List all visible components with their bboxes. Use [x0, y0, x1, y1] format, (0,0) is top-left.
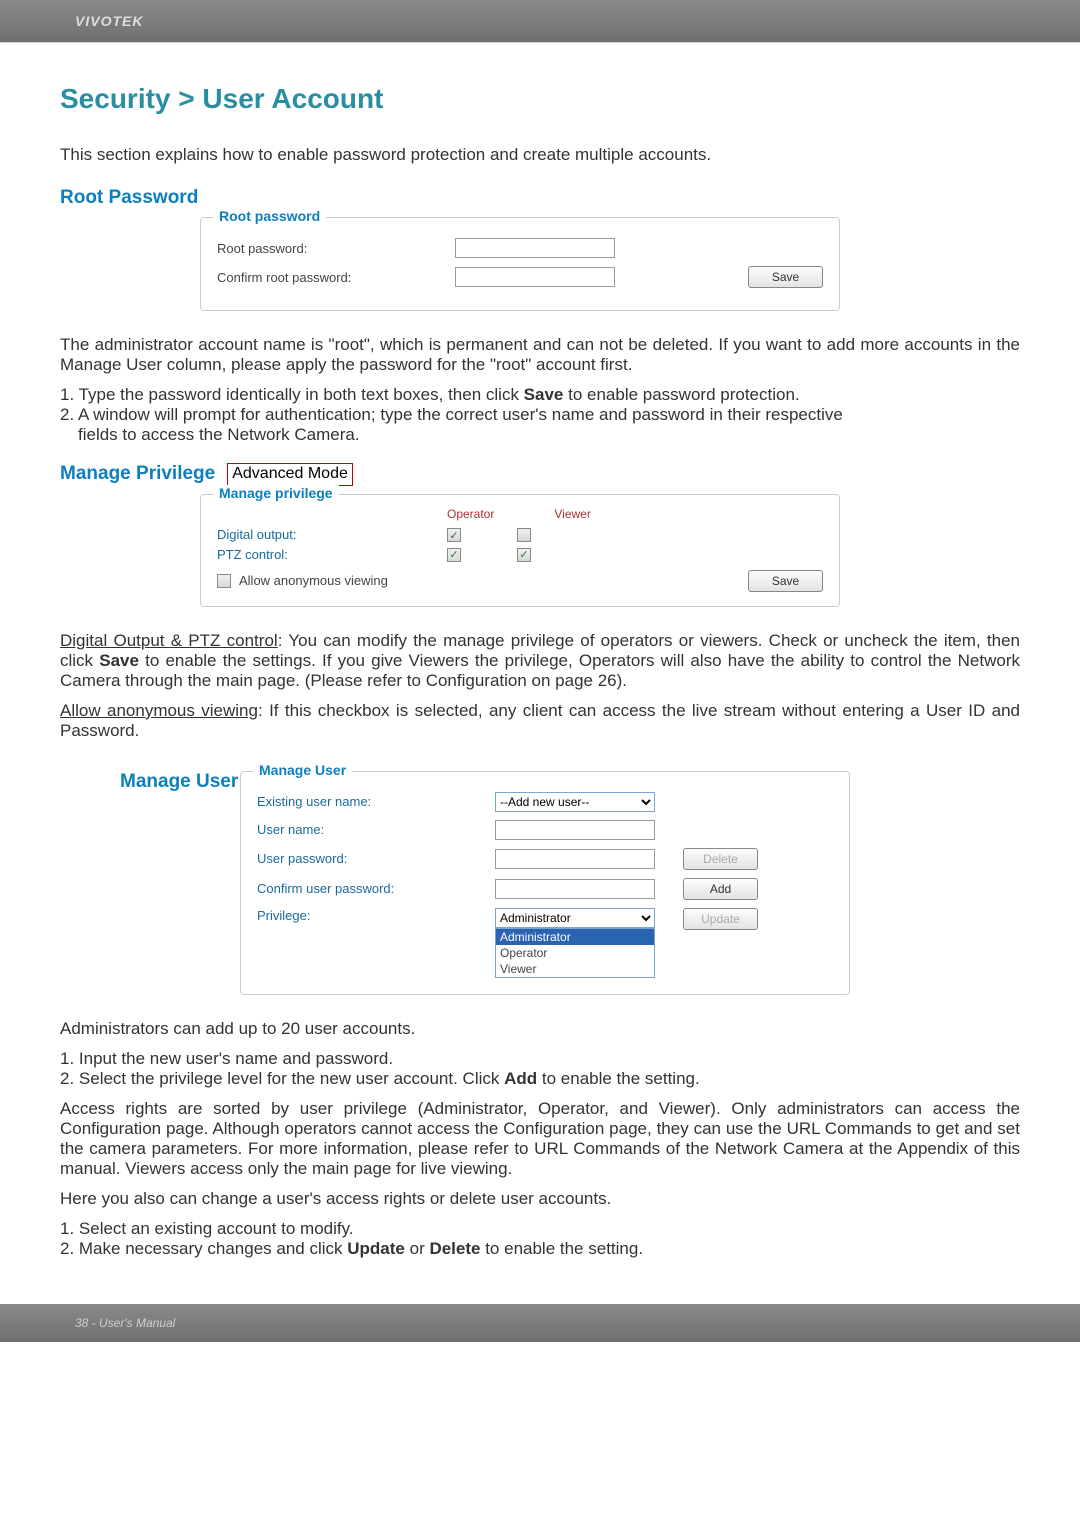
footer-bar: 38 - User's Manual — [0, 1304, 1080, 1342]
user-password-input[interactable] — [495, 849, 655, 869]
advanced-mode-badge: Advanced Mode — [227, 463, 353, 486]
root-password-label: Root password: — [217, 241, 447, 256]
privilege-paragraph: Digital Output & PTZ control: You can mo… — [60, 631, 1020, 691]
delete-button[interactable]: Delete — [683, 848, 758, 870]
allow-anonymous-checkbox[interactable]: ✓ — [217, 574, 231, 588]
priv-para-c: Save — [99, 651, 139, 670]
mu-s4-a: 2. Make necessary changes and click — [60, 1239, 347, 1258]
anon-a: Allow anonymous viewing — [60, 701, 258, 720]
mu-s2-a: 2. Select the privilege level for the ne… — [60, 1069, 504, 1088]
root-password-legend: Root password — [213, 208, 326, 224]
col-viewer: Viewer — [554, 507, 590, 521]
mu-step-1: 1. Input the new user's name and passwor… — [60, 1049, 1020, 1069]
mu-step-2: 2. Select the privilege level for the ne… — [60, 1069, 1020, 1089]
manage-privilege-heading: Manage Privilege — [60, 463, 215, 485]
update-button[interactable]: Update — [683, 908, 758, 930]
privilege-label: Privilege: — [257, 908, 487, 923]
root-confirm-label: Confirm root password: — [217, 270, 447, 285]
root-confirm-input[interactable] — [455, 267, 615, 287]
existing-user-select[interactable]: --Add new user-- — [495, 792, 655, 812]
existing-user-label: Existing user name: — [257, 794, 487, 809]
username-label: User name: — [257, 822, 487, 837]
manage-user-panel: Manage User Existing user name: --Add ne… — [240, 771, 850, 995]
root-step-2a: 2. A window will prompt for authenticati… — [60, 405, 1020, 425]
priv-label-do: Digital output: — [217, 527, 447, 542]
ptz-viewer-checkbox[interactable]: ✓ — [517, 548, 531, 562]
confirm-user-password-input[interactable] — [495, 879, 655, 899]
brand-text: VIVOTEK — [75, 13, 143, 29]
do-operator-checkbox[interactable]: ✓ — [447, 528, 461, 542]
mu-s2-c: to enable the setting. — [537, 1069, 700, 1088]
root-step1-b: Save — [524, 385, 564, 404]
mu-s4-d: Delete — [429, 1239, 480, 1258]
mu-steps-1: 1. Input the new user's name and passwor… — [60, 1049, 1020, 1089]
mu-s4-b: Update — [347, 1239, 405, 1258]
root-steps: 1. Type the password identically in both… — [60, 385, 1020, 445]
priv-para-u: Digital Output & PTZ control — [60, 631, 278, 650]
privilege-save-button[interactable]: Save — [748, 570, 823, 592]
confirm-user-password-label: Confirm user password: — [257, 881, 487, 896]
priv-row-digital-output: Digital output: ✓ ✓ — [217, 527, 823, 543]
mu-s4-c: or — [405, 1239, 430, 1258]
privilege-option-operator[interactable]: Operator — [496, 945, 654, 961]
privilege-option-administrator[interactable]: Administrator — [496, 929, 654, 945]
username-input[interactable] — [495, 820, 655, 840]
privilege-select[interactable]: Administrator — [495, 908, 655, 928]
root-password-heading: Root Password — [60, 187, 1020, 209]
allow-anonymous-label: Allow anonymous viewing — [239, 573, 388, 588]
root-password-panel: Root password Root password: Confirm roo… — [200, 217, 840, 311]
manage-user-heading: Manage User — [120, 771, 238, 793]
root-password-input[interactable] — [455, 238, 615, 258]
do-viewer-checkbox[interactable]: ✓ — [517, 528, 531, 542]
root-step-1: 1. Type the password identically in both… — [60, 385, 1020, 405]
ptz-operator-checkbox[interactable]: ✓ — [447, 548, 461, 562]
root-step-2b: fields to access the Network Camera. — [60, 425, 1020, 445]
mu-s4-e: to enable the setting. — [480, 1239, 643, 1258]
page-content: Security > User Account This section exp… — [0, 43, 1080, 1279]
privilege-columns: Operator Viewer — [447, 507, 823, 521]
page-number: 38 - User's Manual — [75, 1316, 175, 1330]
manage-user-legend: Manage User — [253, 762, 352, 778]
mu-para-2: Access rights are sorted by user privile… — [60, 1099, 1020, 1179]
priv-row-ptz: PTZ control: ✓ ✓ — [217, 546, 823, 562]
mu-step-3: 1. Select an existing account to modify. — [60, 1219, 1020, 1239]
manage-privilege-legend: Manage privilege — [213, 485, 339, 501]
priv-para-d: to enable the settings. If you give View… — [60, 651, 1020, 690]
mu-steps-2: 1. Select an existing account to modify.… — [60, 1219, 1020, 1259]
anonymous-paragraph: Allow anonymous viewing: If this checkbo… — [60, 701, 1020, 741]
page-title: Security > User Account — [60, 83, 1020, 115]
root-step1-c: to enable password protection. — [563, 385, 799, 404]
header-bar: VIVOTEK — [0, 0, 1080, 42]
mu-para-1: Administrators can add up to 20 user acc… — [60, 1019, 1020, 1039]
root-paragraph: The administrator account name is "root"… — [60, 335, 1020, 375]
manage-privilege-panel: Manage privilege Operator Viewer Digital… — [200, 494, 840, 607]
priv-label-ptz: PTZ control: — [217, 547, 447, 562]
privilege-dropdown-list: Administrator Operator Viewer — [495, 928, 655, 978]
mu-para-3: Here you also can change a user's access… — [60, 1189, 1020, 1209]
intro-text: This section explains how to enable pass… — [60, 145, 1020, 165]
root-save-button[interactable]: Save — [748, 266, 823, 288]
col-operator: Operator — [447, 507, 494, 521]
privilege-option-viewer[interactable]: Viewer — [496, 961, 654, 977]
user-password-label: User password: — [257, 851, 487, 866]
mu-step-4: 2. Make necessary changes and click Upda… — [60, 1239, 1020, 1259]
mu-s2-b: Add — [504, 1069, 537, 1088]
add-button[interactable]: Add — [683, 878, 758, 900]
root-step1-a: 1. Type the password identically in both… — [60, 385, 524, 404]
